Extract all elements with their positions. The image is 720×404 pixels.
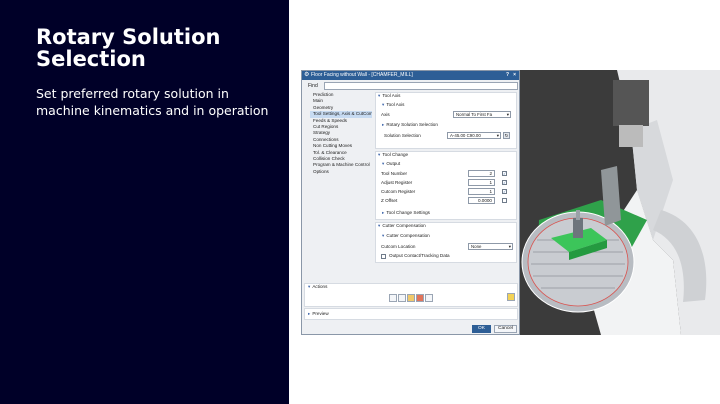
nav-item-program-machine-control[interactable]: Program & Machine Control — [310, 162, 372, 168]
z-offset-input[interactable]: 0.0000 — [468, 197, 495, 204]
collapse-arrow-icon: ▾ — [382, 161, 385, 166]
nav-item-options[interactable]: Options — [310, 169, 372, 175]
tool-change-settings-header[interactable]: ▸ Tool Change Settings — [382, 210, 430, 216]
adjust-register-label: Adjust Register — [381, 180, 413, 185]
cutter-compensation-group: ▾ Cutter Compensation ▾ Cutter Compensatio… — [375, 222, 517, 263]
axis-label: Axis — [381, 112, 390, 117]
tool-change-group: ▾ Tool Change ▾ Output Tool Number 2 ✓ Adj… — [375, 151, 517, 220]
tool-axis-subheader[interactable]: ▾ Tool Axis — [382, 102, 404, 108]
chevron-down-icon: ▾ — [496, 133, 499, 138]
preview-section: ▸ Preview — [304, 308, 518, 320]
analyze-icon[interactable] — [425, 294, 433, 302]
chevron-down-icon: ▾ — [508, 244, 511, 249]
collapse-arrow-icon: ▸ — [382, 122, 385, 127]
find-bar: Find — [304, 82, 518, 90]
dialog-title: Floor Facing without Wall - [CHAMFER_MIL… — [311, 72, 413, 78]
slide-title-panel: Rotary Solution Selection Set preferred … — [0, 0, 289, 404]
actions-header[interactable]: ▾ Actions — [308, 284, 327, 290]
adjust-register-checkbox[interactable]: ✓ — [502, 180, 507, 185]
tool-change-header[interactable]: ▾ Tool Change — [378, 152, 408, 158]
collapse-arrow-icon: ▾ — [382, 102, 385, 107]
cutcom-location-select[interactable]: None ▾ — [468, 243, 513, 250]
expand-arrow-icon: ▸ — [308, 311, 311, 316]
nav-item-tool-settings[interactable]: Tool Settings, Axis & CutCom — [310, 111, 372, 118]
replay-icon[interactable] — [398, 294, 406, 302]
close-button[interactable]: × — [513, 71, 516, 80]
collapse-arrow-icon: ▾ — [308, 284, 311, 289]
cutter-compensation-header[interactable]: ▾ Cutter Compensation — [378, 223, 426, 229]
cutcom-location-label: Cutcom Location — [381, 244, 416, 249]
gear-icon: ⚙ — [304, 72, 310, 78]
collapse-arrow-icon: ▾ — [378, 152, 381, 157]
solution-selection-select[interactable]: A-45.00 C90.00 ▾ — [447, 132, 501, 139]
chevron-down-icon: ▾ — [506, 112, 509, 117]
collapse-arrow-icon: ▾ — [378, 93, 381, 98]
collapse-arrow-icon: ▾ — [378, 223, 381, 228]
tool-number-checkbox[interactable]: ✓ — [502, 171, 507, 176]
cutcom-register-input[interactable]: 1 — [468, 188, 495, 195]
output-contact-checkbox[interactable] — [381, 254, 386, 259]
output-contact-label: Output Contact/Tracking Data — [389, 253, 450, 258]
tool-axis-header[interactable]: ▾ Tool Axis — [378, 93, 400, 99]
expand-arrow-icon: ▸ — [382, 210, 385, 215]
collapse-arrow-icon: ▾ — [382, 233, 385, 238]
rotate-icon: ↻ — [504, 133, 509, 138]
cutcom-register-checkbox[interactable]: ✓ — [502, 189, 507, 194]
output-header[interactable]: ▾ Output — [382, 161, 400, 167]
preview-header[interactable]: ▸ Preview — [308, 311, 329, 317]
list-icon[interactable] — [416, 294, 424, 302]
cancel-button[interactable]: Cancel — [494, 325, 517, 333]
generate-icon[interactable] — [389, 294, 397, 302]
tool-number-input[interactable]: 2 — [468, 170, 495, 177]
axis-select[interactable]: Normal To First Fa ▾ — [453, 111, 511, 118]
solution-selection-label: Solution Selection — [384, 133, 421, 138]
tool-number-label: Tool Number — [381, 171, 408, 176]
slide-title: Rotary Solution Selection — [36, 25, 221, 71]
rotary-options-button[interactable]: ↻ — [503, 132, 510, 139]
z-offset-checkbox[interactable] — [502, 198, 507, 203]
find-input[interactable] — [324, 82, 518, 90]
cutter-compensation-subheader[interactable]: ▾ Cutter Compensation — [382, 233, 430, 239]
z-offset-label: Z Offset — [381, 198, 398, 203]
cutcom-register-label: Cutcom Register — [381, 189, 416, 194]
operation-dialog: ⚙ Floor Facing without Wall - [CHAMFER_M… — [301, 70, 520, 335]
rotary-solution-header[interactable]: ▸ Rotary Solution Selection — [382, 122, 438, 128]
tool-axis-group: ▾ Tool Axis ▾ Tool Axis Axis Normal To Fir… — [375, 92, 517, 149]
find-label: Find — [308, 83, 318, 89]
adjust-register-input[interactable]: 1 — [468, 179, 495, 186]
assist-icon[interactable] — [507, 293, 515, 301]
verify-icon[interactable] — [407, 294, 415, 302]
actions-section: ▾ Actions — [304, 283, 518, 307]
help-button[interactable]: ? — [506, 71, 509, 80]
slide-subtitle: Set preferred rotary solution in machine… — [36, 86, 269, 118]
ok-button[interactable]: OK — [472, 325, 491, 333]
dialog-titlebar: ⚙ Floor Facing without Wall - [CHAMFER_M… — [302, 71, 519, 80]
